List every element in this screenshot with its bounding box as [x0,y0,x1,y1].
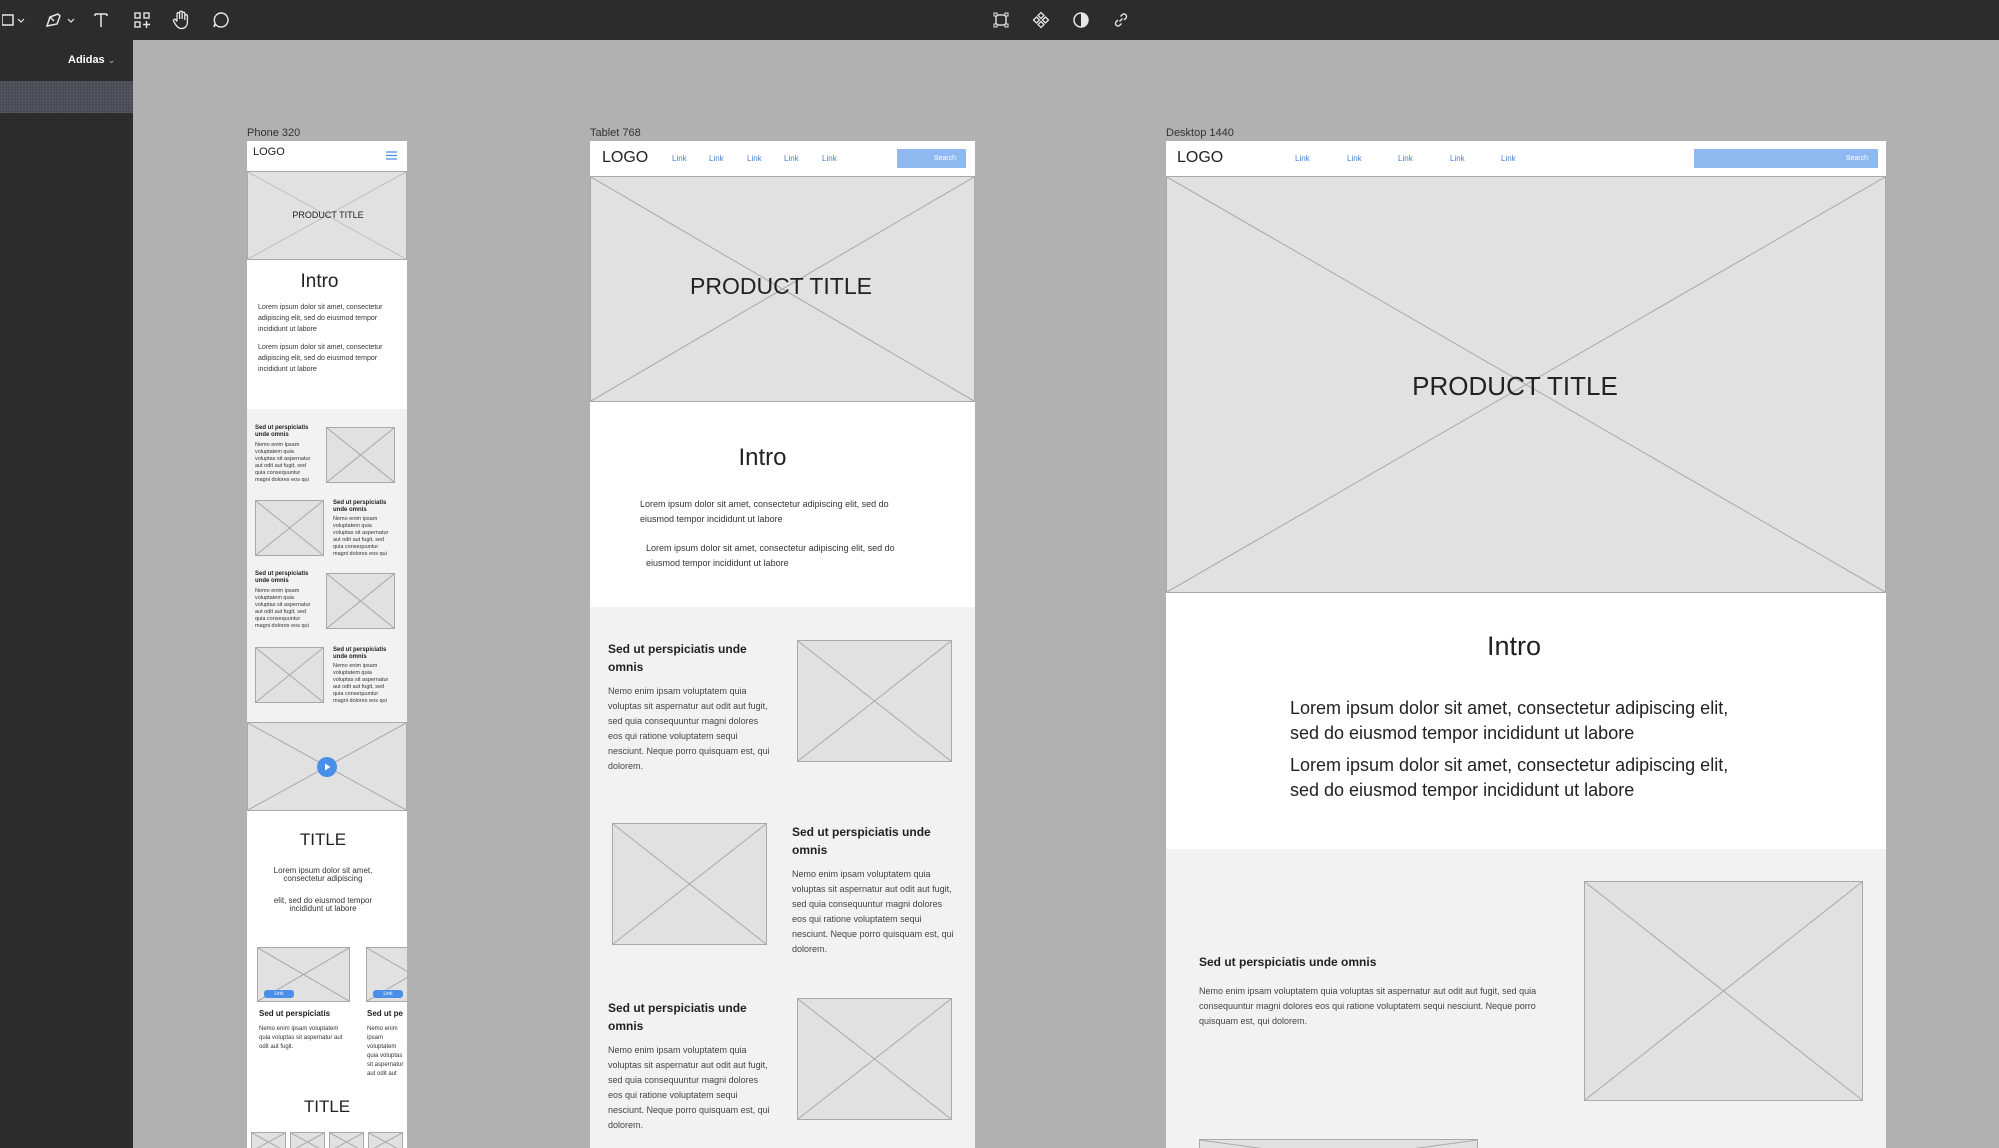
section-paragraph-2: elit, sed do eiusmod tempor incididunt u… [273,896,373,913]
product-title: PRODUCT TITLE [690,273,872,299]
hero-image-placeholder: PRODUCT TITLE [1166,176,1886,593]
search-input[interactable]: Search [1694,149,1878,168]
feature-image-placeholder [797,998,952,1120]
feature-body: Nemo enim ipsam voluptatem quia voluptas… [255,442,311,483]
play-button-icon[interactable] [317,757,337,777]
feature-title: Sed ut perspiciatis unde omnis [608,642,747,674]
frame-selection-icon[interactable] [990,6,1012,34]
pen-tool-icon[interactable] [44,6,78,34]
intro-paragraph-1: Lorem ipsum dolor sit amet, consectetur … [1290,698,1729,743]
intro-heading: Intro [738,444,787,471]
intro-paragraph-2: Lorem ipsum dolor sit amet, consectetur … [646,543,895,568]
section-paragraph-1: Lorem ipsum dolor sit amet, consectetur … [273,866,373,883]
card-link-button[interactable]: Link [264,990,294,998]
frame-tool-icon[interactable] [0,6,28,34]
feature-image-placeholder [326,573,395,629]
selected-layer-row[interactable] [0,81,133,113]
search-input[interactable]: Search [897,149,966,168]
feature-title: Sed ut perspiciatis unde omnis [333,500,387,513]
card-body: Nemo enim ipsam voluptatem quia voluptas… [259,1026,343,1050]
thumbnail-placeholder [368,1132,403,1148]
page-selector[interactable]: Adidas ⌄ [68,54,115,66]
hamburger-menu-icon[interactable] [385,148,398,160]
feature-image-placeholder [1584,881,1863,1101]
features-section: Sed ut perspiciatis unde omnis Nemo enim… [247,409,407,722]
thumbnail-placeholder [329,1132,364,1148]
nav-link[interactable]: Link [1398,154,1413,163]
feature-title: Sed ut perspiciatis unde omnis [1199,955,1377,969]
feature-body: Nemo enim ipsam voluptatem quia voluptas… [333,663,389,704]
feature-image-placeholder [612,823,767,945]
feature-image-placeholder [326,427,395,483]
video-placeholder [247,722,407,811]
features-section: Sed ut perspiciatis unde omnis Nemo enim… [1166,849,1886,1148]
nav-link[interactable]: Link [1501,154,1516,163]
link-icon[interactable] [1110,6,1132,34]
intro-heading: Intro [300,271,339,292]
nav-link[interactable]: Link [672,154,687,163]
section-title: TITLE [303,1097,351,1116]
tablet-frame[interactable]: LOGO Link Link Link Link Link Search PRO… [590,141,975,1148]
nav-link[interactable]: Link [1450,154,1465,163]
feature-title: Sed ut perspiciatis unde omnis [255,571,309,584]
hero-image-placeholder: PRODUCT TITLE [590,176,975,402]
logo: LOGO [253,146,285,158]
frame-label-tablet[interactable]: Tablet 768 [590,127,641,139]
text-tool-icon[interactable] [90,6,112,34]
feature-title: Sed ut perspiciatis unde omnis [255,425,309,438]
feature-image-placeholder [255,500,324,556]
nav-link[interactable]: Link [784,154,799,163]
intro-heading: Intro [1486,631,1542,661]
feature-body: Nemo enim ipsam voluptatem quia voluptas… [792,869,954,954]
section-title: TITLE [299,830,347,849]
phone-frame[interactable]: LOGO PRODUCT TITLE Intro Lorem ipsum dol… [247,141,407,1148]
desktop-frame[interactable]: LOGO Link Link Link Link Link Search PRO… [1166,141,1886,1148]
feature-image-placeholder [255,647,324,703]
card-image-placeholder: Link [257,947,350,1002]
hand-tool-icon[interactable] [170,6,192,34]
component-icon[interactable] [1030,6,1052,34]
features-section: Sed ut perspiciatis unde omnis Nemo enim… [590,607,975,1148]
logo: LOGO [1177,149,1224,166]
intro-paragraph-2: Lorem ipsum dolor sit amet, consectetur … [1290,755,1729,800]
nav-link[interactable]: Link [1347,154,1362,163]
nav-link[interactable]: Link [1295,154,1310,163]
feature-body: Nemo enim ipsam voluptatem quia voluptas… [255,588,311,629]
comment-tool-icon[interactable] [210,6,232,34]
product-title: PRODUCT TITLE [1412,371,1618,401]
intro-paragraph-1: Lorem ipsum dolor sit amet, consectetur … [640,499,889,524]
thumbnail-placeholder [290,1132,325,1148]
feature-title: Sed ut perspiciatis unde omnis [608,1001,747,1033]
hero-image-placeholder: PRODUCT TITLE [247,171,407,260]
feature-body: Nemo enim ipsam voluptatem quia voluptas… [608,1045,770,1130]
card-title: Sed ut pe [367,1009,404,1018]
feature-body: Nemo enim ipsam voluptatem quia voluptas… [608,686,770,771]
nav-link[interactable]: Link [709,154,724,163]
card-image-placeholder: Link [366,947,407,1002]
thumbnail-placeholder [251,1132,286,1148]
feature-image-placeholder [1199,1139,1478,1148]
intro-paragraph-2: Lorem ipsum dolor sit amet, consectetur … [258,344,383,373]
nav-link[interactable]: Link [747,154,762,163]
frame-label-phone[interactable]: Phone 320 [247,127,300,139]
feature-title: Sed ut perspiciatis unde omnis [333,647,387,660]
feature-image-placeholder [797,640,952,762]
page-name: Adidas [68,54,105,66]
components-icon[interactable] [131,6,153,34]
product-title: PRODUCT TITLE [292,210,364,220]
chevron-down-icon: ⌄ [107,55,116,65]
card-title: Sed ut perspiciatis [259,1009,331,1018]
feature-body: Nemo enim ipsam voluptatem quia voluptas… [333,516,389,557]
feature-title: Sed ut perspiciatis unde omnis [792,825,931,857]
card-link-button[interactable]: Link [373,990,403,998]
logo: LOGO [602,149,649,166]
feature-body: Nemo enim ipsam voluptatem quia voluptas… [1199,986,1537,1026]
frame-label-desktop[interactable]: Desktop 1440 [1166,127,1234,139]
top-toolbar [0,0,1999,40]
contrast-icon[interactable] [1070,6,1092,34]
intro-paragraph-1: Lorem ipsum dolor sit amet, consectetur … [258,304,383,333]
nav-link[interactable]: Link [822,154,837,163]
layers-panel: Adidas ⌄ [0,40,133,1148]
card-body: Nemo enim ipsam voluptatem quia voluptas… [367,1026,404,1077]
